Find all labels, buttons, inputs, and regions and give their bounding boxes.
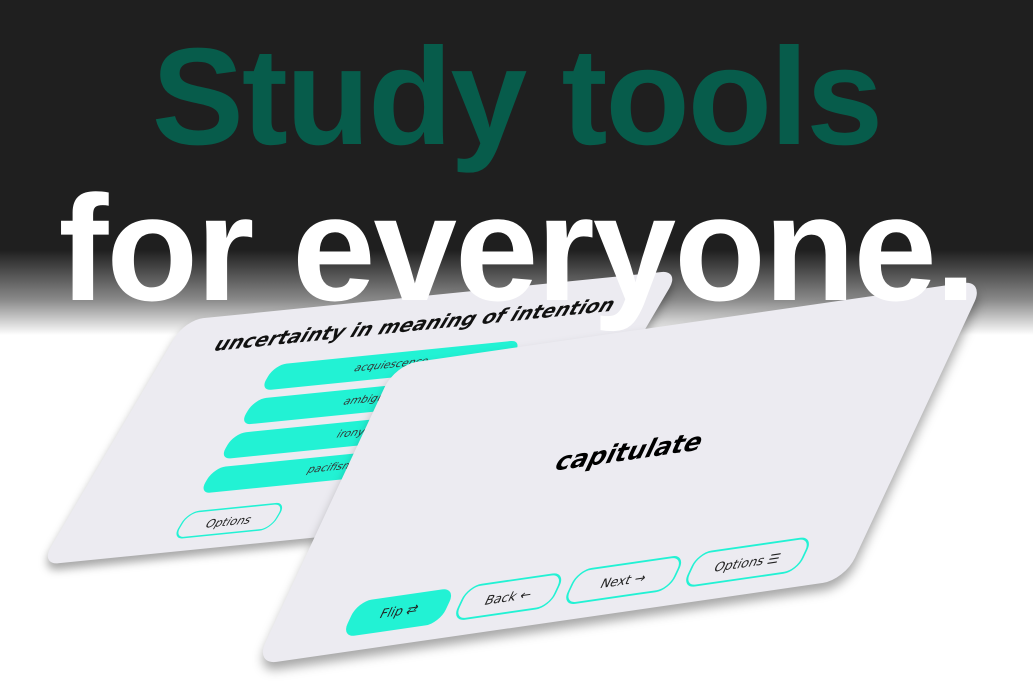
next-button[interactable]: Next → bbox=[561, 554, 687, 606]
back-button[interactable]: Back ← bbox=[451, 571, 567, 622]
options-button[interactable]: Options ☰ bbox=[681, 535, 814, 589]
quiz-options-button[interactable]: Options bbox=[171, 501, 287, 540]
headline-line-2: for everyone. bbox=[58, 164, 976, 332]
flip-button[interactable]: Flip ⇄ bbox=[341, 587, 457, 638]
headline-line-1: Study tools bbox=[151, 20, 883, 174]
flash-card-term: capitulate bbox=[549, 426, 709, 478]
